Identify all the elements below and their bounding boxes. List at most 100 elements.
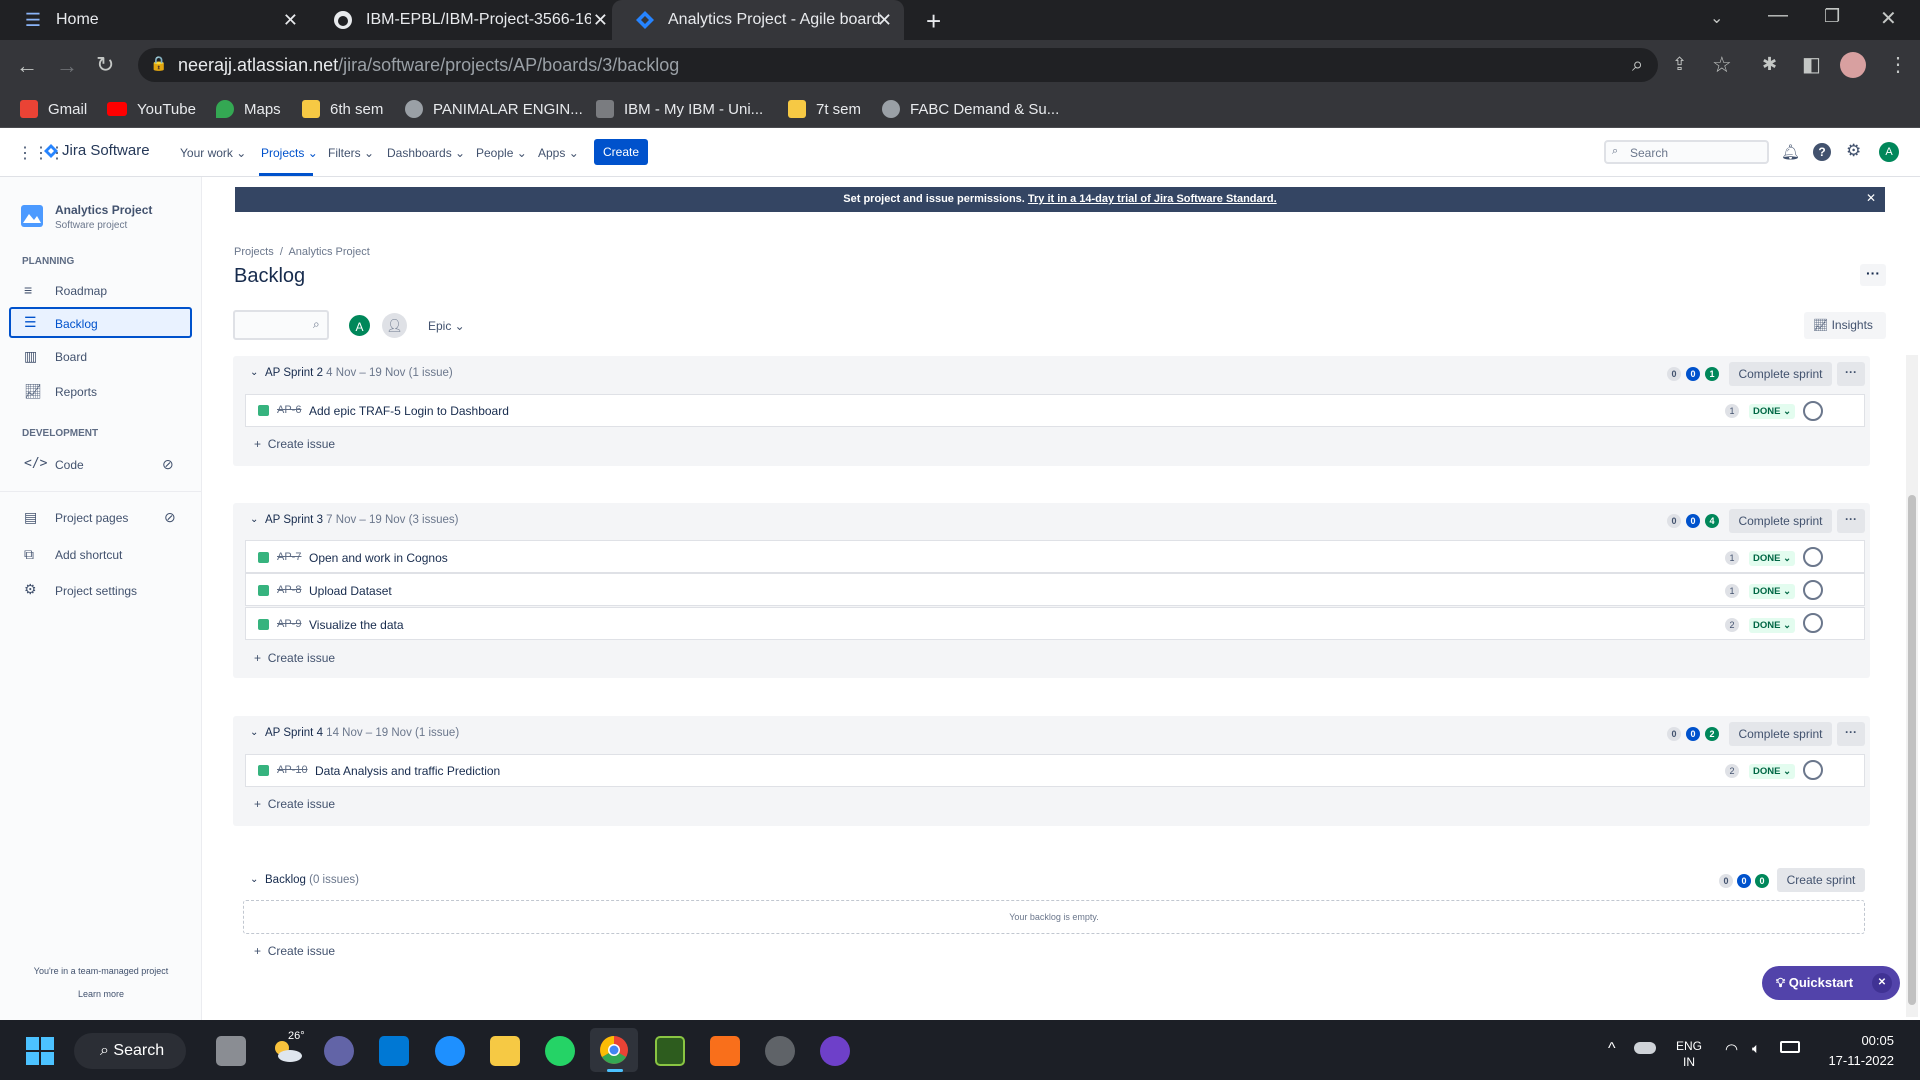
new-tab-button[interactable]: + [926,6,941,37]
status-dropdown[interactable]: DONE ⌄ [1749,618,1796,633]
collapse-chevron-icon[interactable]: ⌄ [250,367,258,378]
url-text[interactable]: neerajj.atlassian.net/jira/software/proj… [178,55,679,76]
create-button[interactable]: Create [594,139,648,165]
sprint-more-button[interactable]: ··· [1837,722,1865,746]
sidebar-item-roadmap[interactable]: Roadmap [55,284,107,298]
restore-icon[interactable]: ❐ [1824,6,1840,27]
sidebar-item-code[interactable]: Code [55,458,84,472]
nav-apps[interactable]: Apps ⌄ [538,146,579,160]
side-panel-icon[interactable]: ◧ [1802,52,1821,77]
extensions-icon[interactable]: ✱ [1762,54,1777,75]
bookmark-maps[interactable]: Maps [216,96,281,122]
bookmark-7t-sem[interactable]: 7t sem [788,96,861,122]
sidebar-item-reports[interactable]: Reports [55,385,97,399]
sidebar-item-add-shortcut[interactable]: Add shortcut [55,548,122,562]
github-desktop-icon[interactable] [820,1036,850,1066]
bookmark-6th-sem[interactable]: 6th sem [302,96,383,122]
issue-title[interactable]: Data Analysis and traffic Prediction [315,764,500,778]
jira-logo-text[interactable]: Jira Software [62,142,150,159]
nav-projects[interactable]: Projects ⌄ [261,146,318,160]
window-close-icon[interactable]: ✕ [1880,6,1897,31]
backlog-header[interactable]: Backlog (0 issues) [265,874,359,886]
story-points-badge[interactable]: 1 [1725,404,1739,418]
bookmark-panimalar[interactable]: PANIMALAR ENGIN... [405,96,583,122]
file-explorer-icon[interactable] [490,1036,520,1066]
close-tab-icon[interactable]: ✕ [877,10,892,31]
onedrive-icon[interactable] [1634,1042,1656,1054]
story-points-badge[interactable]: 1 [1725,551,1739,565]
taskbar-search[interactable]: ⌕ Search [74,1033,186,1069]
share-icon[interactable]: ⇪ [1672,54,1687,75]
dreamweaver-icon[interactable] [655,1036,685,1066]
issue-key[interactable]: AP-9 [277,618,301,630]
chevron-up-icon[interactable]: ^ [1608,1040,1616,1058]
bookmark-star-icon[interactable]: ☆ [1712,52,1732,78]
tab-github[interactable]: IBM-EPBL/IBM-Project-3566-165 ✕ [310,0,620,40]
complete-sprint-button[interactable]: Complete sprint [1729,722,1832,746]
breadcrumb-project[interactable]: Analytics Project [288,246,369,258]
issue-row[interactable] [245,573,1865,606]
close-tab-icon[interactable]: ✕ [593,10,608,31]
issue-title[interactable]: Open and work in Cognos [309,551,448,565]
create-issue-button[interactable]: + Create issue [254,797,335,811]
complete-sprint-button[interactable]: Complete sprint [1729,362,1832,386]
xampp-icon[interactable] [710,1036,740,1066]
bookmark-youtube[interactable]: YouTube [107,96,196,122]
minimize-icon[interactable]: — [1768,4,1788,27]
quickstart-button[interactable]: 💡︎ Quickstart ✕ [1762,966,1900,1000]
nav-filters[interactable]: Filters ⌄ [328,146,374,160]
sprint-header[interactable]: AP Sprint 4 14 Nov – 19 Nov (1 issue) [265,727,459,739]
collapse-chevron-icon[interactable]: ⌄ [250,874,258,885]
issue-row[interactable] [245,607,1865,640]
issue-key[interactable]: AP-8 [277,584,301,596]
tab-search-icon[interactable]: ⌄ [1710,8,1723,28]
reload-icon[interactable]: ↻ [96,52,114,78]
teams-icon[interactable] [324,1036,354,1066]
assignee-avatar[interactable] [1803,613,1823,633]
zoom-icon[interactable]: ⌕ [1632,54,1643,77]
forward-icon[interactable]: → [56,53,78,79]
chrome-menu-icon[interactable]: ⋮ [1888,52,1908,77]
settings-gear-icon[interactable]: ⚙ [1846,141,1861,161]
assignee-avatar[interactable] [1803,547,1823,567]
bookmark-ibm[interactable]: IBM - My IBM - Uni... [596,96,763,122]
issue-key[interactable]: AP-6 [277,404,301,416]
banner-close-icon[interactable]: ✕ [1866,191,1876,205]
help-icon[interactable]: ? [1813,143,1831,161]
whatsapp-icon[interactable] [545,1036,575,1066]
status-dropdown[interactable]: DONE ⌄ [1749,551,1796,566]
search-input[interactable]: ⌕ Search [1604,140,1769,164]
quickstart-close-icon[interactable]: ✕ [1872,973,1892,993]
collapse-chevron-icon[interactable]: ⌄ [250,727,258,738]
learn-more-link[interactable]: Learn more [0,989,202,999]
settings-gear-icon[interactable] [765,1036,795,1066]
epic-filter-dropdown[interactable]: Epic ⌄ [428,319,465,333]
status-dropdown[interactable]: DONE ⌄ [1749,584,1796,599]
collapse-chevron-icon[interactable]: ⌄ [250,514,258,525]
sidebar-item-board[interactable]: Board [55,350,87,364]
project-name[interactable]: Analytics Project [55,203,152,217]
assignee-avatar[interactable] [1803,760,1823,780]
chrome-icon[interactable] [599,1035,629,1070]
volume-icon[interactable]: 🔈︎ [1752,1040,1760,1057]
battery-icon[interactable] [1780,1041,1800,1053]
issue-key[interactable]: AP-7 [277,551,301,563]
tab-jira[interactable]: Analytics Project - Agile board - J ✕ [612,0,904,40]
status-dropdown[interactable]: DONE ⌄ [1749,404,1796,419]
story-points-badge[interactable]: 2 [1725,618,1739,632]
issue-title[interactable]: Visualize the data [309,618,404,632]
sprint-header[interactable]: AP Sprint 2 4 Nov – 19 Nov (1 issue) [265,367,453,379]
sprint-more-button[interactable]: ··· [1837,509,1865,533]
backlog-search-input[interactable]: ⌕ [233,310,329,340]
create-issue-button[interactable]: + Create issue [254,944,335,958]
status-dropdown[interactable]: DONE ⌄ [1749,764,1796,779]
scrollbar-thumb[interactable] [1908,495,1916,1005]
story-points-badge[interactable]: 1 [1725,584,1739,598]
nav-your-work[interactable]: Your work ⌄ [180,146,246,160]
assignee-avatar[interactable] [1803,401,1823,421]
back-icon[interactable]: ← [16,53,38,79]
insights-button[interactable]: 📈︎ Insights [1804,312,1886,339]
sprint-more-button[interactable]: ··· [1837,362,1865,386]
sprint-header[interactable]: AP Sprint 3 7 Nov – 19 Nov (3 issues) [265,514,459,526]
issue-title[interactable]: Add epic TRAF-5 Login to Dashboard [309,404,509,418]
